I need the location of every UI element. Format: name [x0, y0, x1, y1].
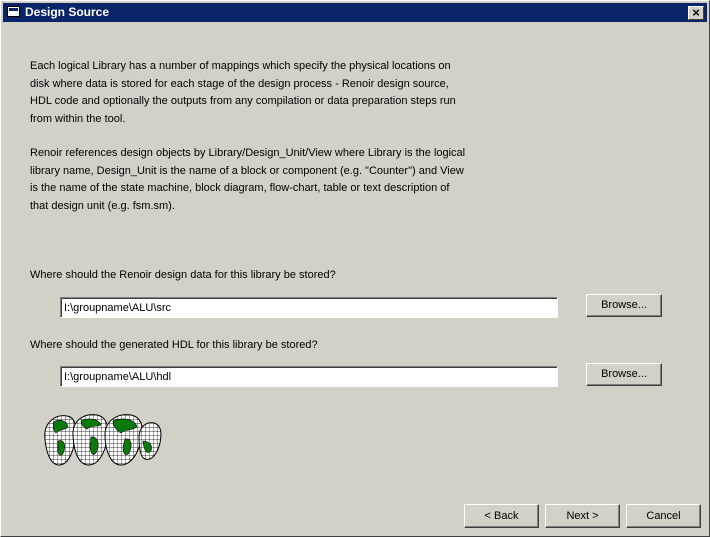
window-title: Design Source — [25, 5, 110, 19]
references-paragraph: Renoir references design objects by Libr… — [30, 147, 466, 212]
design-source-dialog: Design Source × Each logical Library has… — [0, 0, 710, 537]
intro-paragraph: Each logical Library has a number of map… — [30, 60, 456, 125]
next-button-label: Next > — [566, 510, 599, 522]
globe-map-logo — [44, 414, 162, 466]
design-data-path-input[interactable] — [60, 297, 558, 318]
hdl-path-input[interactable] — [60, 366, 558, 387]
next-button[interactable]: Next > — [545, 504, 620, 528]
window-icon — [7, 6, 20, 17]
browse-hdl-label: Browse... — [601, 368, 647, 380]
title-bar[interactable]: Design Source × — [3, 3, 707, 22]
browse-design-data-button[interactable]: Browse... — [586, 294, 662, 317]
hdl-question: Where should the generated HDL for this … — [30, 339, 318, 351]
browse-design-data-label: Browse... — [601, 299, 647, 311]
browse-hdl-button[interactable]: Browse... — [586, 363, 662, 386]
back-button-label: < Back — [484, 510, 519, 522]
cancel-button-label: Cancel — [646, 510, 681, 522]
cancel-button[interactable]: Cancel — [626, 504, 701, 528]
close-button[interactable]: × — [688, 6, 704, 20]
design-data-question: Where should the Renoir design data for … — [30, 269, 336, 281]
back-button[interactable]: < Back — [464, 504, 539, 528]
